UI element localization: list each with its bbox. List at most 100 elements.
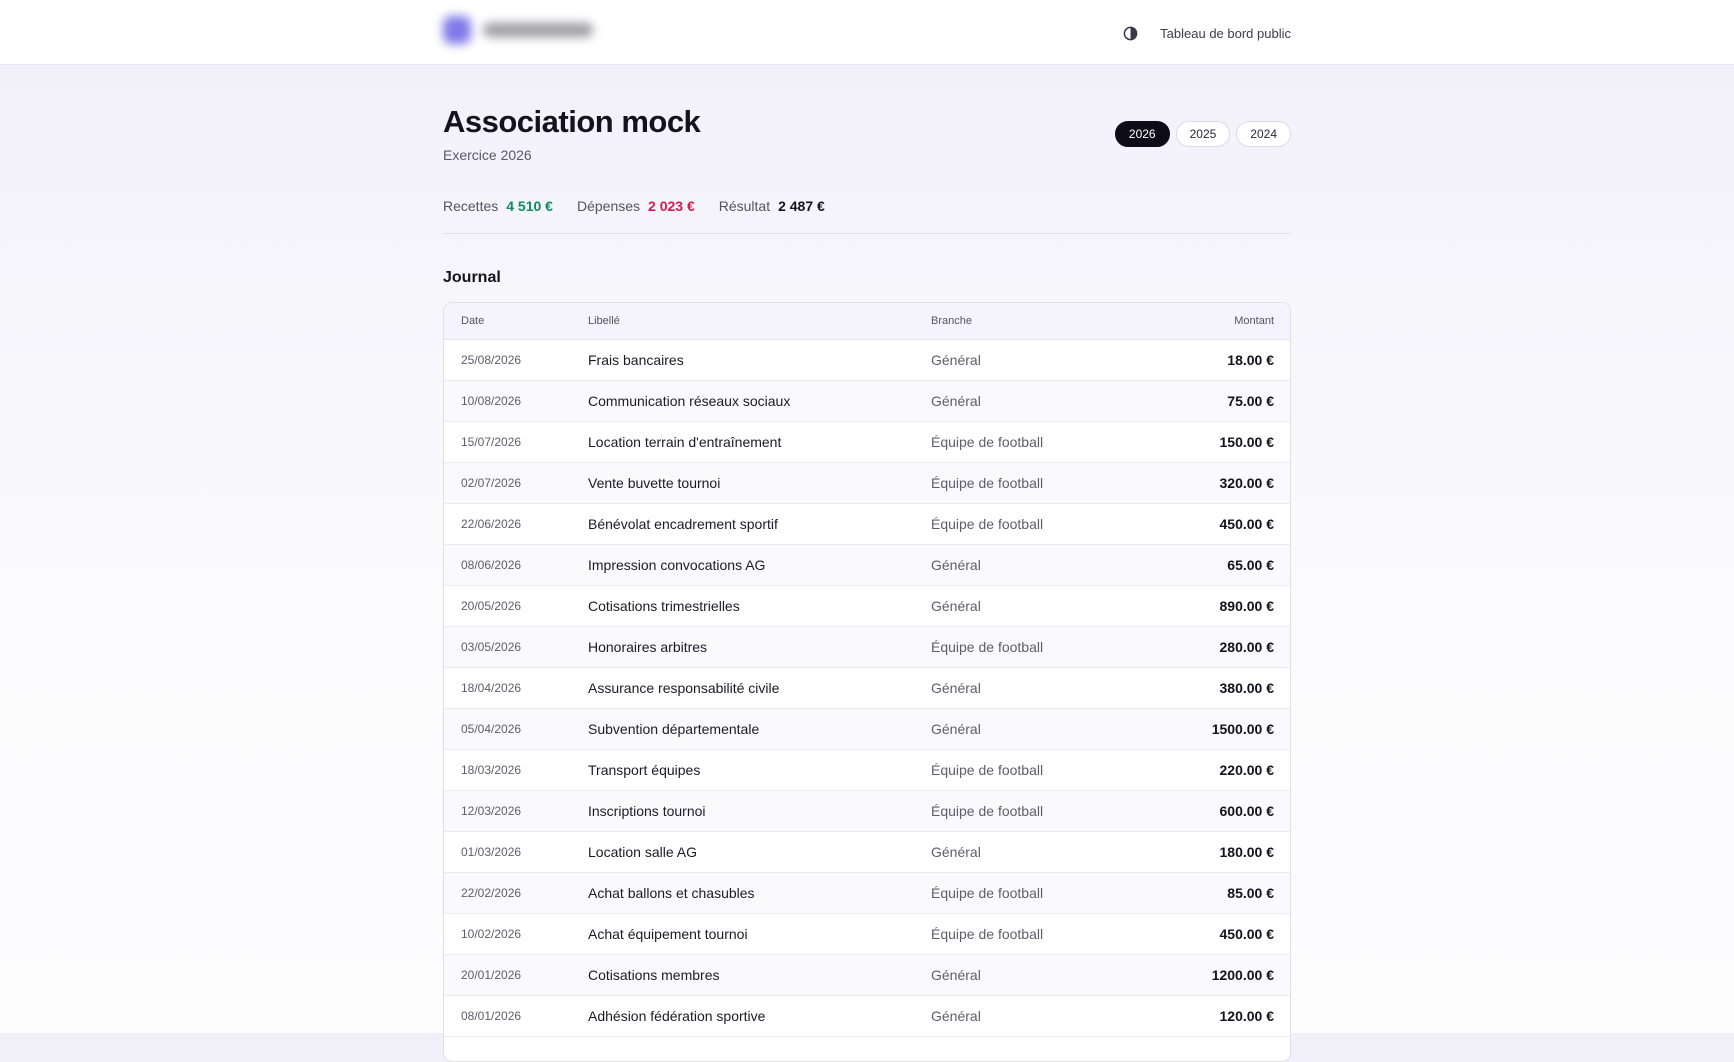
- table-row[interactable]: 02/07/2026 Vente buvette tournoi Équipe de…: [444, 463, 1290, 504]
- cell-label: Honoraires arbitres: [588, 639, 708, 655]
- top-navigation-bar: Tableau de bord public: [0, 0, 1734, 65]
- table-row[interactable]: 05/04/2026 Subvention départementale Génér…: [444, 709, 1290, 750]
- stat-result-value: 2 487 €: [778, 198, 825, 214]
- cell-date: 10/02/2026: [461, 927, 522, 941]
- public-dashboard-link[interactable]: Tableau de bord public: [1160, 26, 1291, 41]
- cell-date: 02/07/2026: [461, 476, 522, 490]
- table-row[interactable]: 25/08/2026 Frais bancaires Général 18.00 €: [444, 340, 1290, 381]
- year-selector: 2026 2025 2024: [1114, 121, 1291, 147]
- cell-label: Cotisations membres: [588, 967, 720, 983]
- cell-label: Transport équipes: [588, 762, 701, 778]
- cell-date: 01/03/2026: [461, 845, 522, 859]
- table-row[interactable]: 15/07/2026 Location terrain d'entraînemen…: [444, 422, 1290, 463]
- cell-amount: 220.00 €: [1219, 762, 1275, 778]
- column-header-date[interactable]: Date: [444, 315, 588, 327]
- cell-label: Impression convocations AG: [588, 557, 766, 573]
- brand-name-blurred: [483, 23, 593, 37]
- cell-label: Location salle AG: [588, 844, 697, 860]
- stat-income-label: Recettes: [443, 198, 499, 214]
- cell-amount: 18.00 €: [1227, 352, 1274, 368]
- table-row[interactable]: 10/02/2026 Achat équipement tournoi Équipe…: [444, 914, 1290, 955]
- cell-date: 20/05/2026: [461, 599, 522, 613]
- cell-label: Adhésion fédération sportive: [588, 1008, 766, 1024]
- column-header-label[interactable]: Libellé: [588, 315, 931, 327]
- cell-branch: Équipe de football: [931, 803, 1044, 819]
- cell-label: Frais bancaires: [588, 352, 684, 368]
- cell-branch: Général: [931, 557, 981, 573]
- cell-branch: Équipe de football: [931, 885, 1044, 901]
- cell-date: 05/04/2026: [461, 722, 522, 736]
- table-row[interactable]: 22/02/2026 Achat ballons et chasubles Équi…: [444, 873, 1290, 914]
- year-pill-2025[interactable]: 2025: [1175, 121, 1231, 147]
- cell-branch: Général: [931, 598, 981, 614]
- stat-expense: Dépenses 2 023 €: [577, 198, 695, 214]
- cell-label: Subvention départementale: [588, 721, 760, 737]
- cell-branch: Équipe de football: [931, 639, 1044, 655]
- cell-date: 22/02/2026: [461, 886, 522, 900]
- cell-branch: Général: [931, 1008, 981, 1024]
- cell-branch: Général: [931, 680, 981, 696]
- table-body: 25/08/2026 Frais bancaires Général 18.00 € 1…: [444, 340, 1290, 1037]
- stat-expense-value: 2 023 €: [648, 198, 695, 214]
- cell-label: Cotisations trimestrielles: [588, 598, 740, 614]
- cell-date: 08/01/2026: [461, 1009, 522, 1023]
- table-row[interactable]: 08/06/2026 Impression convocations AG Géné…: [444, 545, 1290, 586]
- cell-branch: Général: [931, 967, 981, 983]
- cell-date: 25/08/2026: [461, 353, 522, 367]
- journal-table: Date Libellé Branche Montant 25/08/2026 F…: [443, 302, 1291, 1062]
- section-divider: [443, 233, 1291, 234]
- cell-amount: 600.00 €: [1219, 803, 1275, 819]
- theme-toggle-button[interactable]: [1120, 23, 1140, 43]
- table-row[interactable]: 22/06/2026 Bénévolat encadrement sportif É…: [444, 504, 1290, 545]
- cell-amount: 1500.00 €: [1211, 721, 1274, 737]
- cell-date: 20/01/2026: [461, 968, 522, 982]
- stat-income-value: 4 510 €: [506, 198, 553, 214]
- table-row[interactable]: 18/03/2026 Transport équipes Équipe de foo…: [444, 750, 1290, 791]
- cell-date: 18/03/2026: [461, 763, 522, 777]
- cell-branch: Général: [931, 844, 981, 860]
- cell-date: 08/06/2026: [461, 558, 522, 572]
- table-row[interactable]: 01/03/2026 Location salle AG Général 180.00…: [444, 832, 1290, 873]
- table-row[interactable]: 20/05/2026 Cotisations trimestrielles Géné…: [444, 586, 1290, 627]
- year-pill-2026[interactable]: 2026: [1114, 121, 1170, 147]
- cell-date: 03/05/2026: [461, 640, 522, 654]
- header-actions: Tableau de bord public: [1120, 23, 1291, 43]
- cell-amount: 450.00 €: [1219, 516, 1275, 532]
- table-row[interactable]: 10/08/2026 Communication réseaux sociaux G…: [444, 381, 1290, 422]
- cell-branch: Équipe de football: [931, 434, 1044, 450]
- cell-amount: 380.00 €: [1219, 680, 1275, 696]
- brand-logo-icon: [443, 16, 471, 44]
- cell-label: Communication réseaux sociaux: [588, 393, 791, 409]
- cell-label: Location terrain d'entraînement: [588, 434, 782, 450]
- cell-date: 10/08/2026: [461, 394, 522, 408]
- cell-amount: 280.00 €: [1219, 639, 1275, 655]
- cell-branch: Général: [931, 721, 981, 737]
- table-row[interactable]: 03/05/2026 Honoraires arbitres Équipe de f…: [444, 627, 1290, 668]
- cell-amount: 120.00 €: [1219, 1008, 1275, 1024]
- cell-amount: 890.00 €: [1219, 598, 1275, 614]
- table-header: Date Libellé Branche Montant: [444, 303, 1290, 340]
- cell-date: 15/07/2026: [461, 435, 522, 449]
- table-row[interactable]: 20/01/2026 Cotisations membres Général 1200…: [444, 955, 1290, 996]
- cell-date: 18/04/2026: [461, 681, 522, 695]
- page-subtitle: Exercice 2026: [443, 147, 532, 163]
- stat-income: Recettes 4 510 €: [443, 198, 553, 214]
- table-row[interactable]: 08/01/2026 Adhésion fédération sportive Gé…: [444, 996, 1290, 1037]
- summary-stats: Recettes 4 510 € Dépenses 2 023 € Résult…: [443, 198, 849, 214]
- cell-label: Bénévolat encadrement sportif: [588, 516, 778, 532]
- table-row[interactable]: 18/04/2026 Assurance responsabilité civil…: [444, 668, 1290, 709]
- cell-branch: Équipe de football: [931, 475, 1044, 491]
- brand-logo-link[interactable]: [443, 16, 593, 44]
- page-title: Association mock: [443, 104, 701, 139]
- cell-amount: 150.00 €: [1219, 434, 1275, 450]
- table-row[interactable]: 12/03/2026 Inscriptions tournoi Équipe de …: [444, 791, 1290, 832]
- cell-branch: Général: [931, 393, 981, 409]
- column-header-amount[interactable]: Montant: [1131, 315, 1290, 327]
- cell-label: Assurance responsabilité civile: [588, 680, 780, 696]
- column-header-branch[interactable]: Branche: [931, 315, 1131, 327]
- journal-title: Journal: [443, 269, 501, 286]
- year-pill-2024[interactable]: 2024: [1236, 121, 1291, 147]
- stat-result-label: Résultat: [718, 198, 771, 214]
- cell-date: 22/06/2026: [461, 517, 522, 531]
- stat-expense-label: Dépenses: [576, 198, 641, 214]
